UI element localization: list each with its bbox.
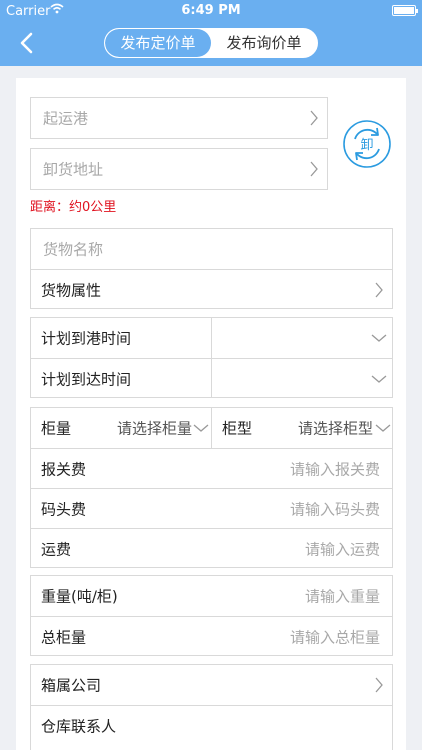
terminal-fee-row[interactable]: 码头费 请输入码头费 <box>31 488 392 528</box>
port-time-label: 计划到港时间 <box>41 329 132 348</box>
schedule-group: 计划到港时间 计划到达时间 <box>30 317 393 398</box>
freight-input[interactable]: 请输入运费 <box>305 538 380 559</box>
arrive-time-select[interactable] <box>212 359 393 399</box>
arrive-time-row: 计划到达时间 <box>31 358 392 398</box>
customs-fee-label: 报关费 <box>41 460 87 478</box>
unload-address-placeholder: 卸货地址 <box>43 160 104 179</box>
container-fee-group: 柜量 请选择柜量 柜型 请选择柜型 报关费 请输入报关费 码头费 请输入码头费 … <box>30 407 393 568</box>
chevron-right-icon <box>375 282 383 297</box>
cargo-group: 货物名称 货物属性 <box>30 228 393 309</box>
weight-group: 重量(吨/柜) 请输入重量 总柜量 请输入总柜量 <box>30 575 393 656</box>
terminal-fee-input[interactable]: 请输入码头费 <box>290 498 380 519</box>
tab-inquiry[interactable]: 发布询价单 <box>211 29 317 57</box>
battery-icon <box>392 5 418 16</box>
cargo-name-placeholder: 货物名称 <box>43 240 104 259</box>
container-type-select[interactable]: 柜型 请选择柜型 <box>212 408 393 448</box>
terminal-fee-label: 码头费 <box>41 500 87 518</box>
chevron-down-icon <box>375 424 391 432</box>
total-containers-input[interactable]: 请输入总柜量 <box>290 626 380 647</box>
chevron-down-icon <box>371 334 387 342</box>
chevron-down-icon <box>193 424 209 432</box>
customs-fee-row[interactable]: 报关费 请输入报关费 <box>31 448 392 488</box>
nav-header: Carrier 6:49 PM 发布定价单 发布询价单 <box>0 0 422 66</box>
arrive-time-label: 计划到达时间 <box>41 370 132 388</box>
company-group: 箱属公司 仓库联系人 <box>30 664 393 750</box>
origin-port-placeholder: 起运港 <box>43 109 89 128</box>
back-button[interactable] <box>16 28 40 58</box>
container-qty-select[interactable]: 柜量 请选择柜量 <box>31 408 211 448</box>
freight-row[interactable]: 运费 请输入运费 <box>31 528 392 568</box>
swap-label: 卸 <box>360 138 374 153</box>
distance-text: 距离：约0公里 <box>30 200 117 215</box>
chevron-right-icon <box>310 110 318 126</box>
total-containers-label: 总柜量 <box>41 628 87 646</box>
box-company-row[interactable]: 箱属公司 <box>31 665 392 705</box>
container-qty-placeholder: 请选择柜量 <box>117 419 193 438</box>
chevron-down-icon <box>371 375 387 383</box>
swap-button[interactable]: 卸 <box>342 119 392 169</box>
cargo-attr-row[interactable]: 货物属性 <box>31 269 392 309</box>
clock: 6:49 PM <box>181 3 241 18</box>
total-containers-row[interactable]: 总柜量 请输入总柜量 <box>31 616 392 656</box>
mode-segment-control: 发布定价单 发布询价单 <box>104 28 318 58</box>
customs-fee-input[interactable]: 请输入报关费 <box>290 458 380 479</box>
port-time-row: 计划到港时间 <box>31 318 392 358</box>
port-time-select[interactable] <box>212 318 393 358</box>
tab-fixed-price[interactable]: 发布定价单 <box>105 29 211 57</box>
status-bar: Carrier 6:49 PM <box>0 0 422 22</box>
chevron-right-icon <box>310 161 318 177</box>
container-type-placeholder: 请选择柜型 <box>298 419 374 438</box>
cargo-name-field[interactable]: 货物名称 <box>31 229 392 269</box>
container-row: 柜量 请选择柜量 柜型 请选择柜型 <box>31 408 392 448</box>
chevron-left-icon <box>20 32 33 54</box>
box-company-label: 箱属公司 <box>41 676 102 695</box>
warehouse-contact-row[interactable]: 仓库联系人 <box>31 705 392 745</box>
container-type-label: 柜型 <box>222 419 253 438</box>
unload-address-field[interactable]: 卸货地址 <box>30 148 328 190</box>
weight-label: 重量(吨/柜) <box>41 587 118 606</box>
warehouse-contact-label: 仓库联系人 <box>41 717 117 735</box>
freight-label: 运费 <box>41 540 72 558</box>
cargo-attr-label: 货物属性 <box>41 281 102 299</box>
weight-row[interactable]: 重量(吨/柜) 请输入重量 <box>31 576 392 616</box>
container-qty-label: 柜量 <box>41 419 72 438</box>
chevron-right-icon <box>375 677 383 693</box>
weight-input[interactable]: 请输入重量 <box>305 586 380 607</box>
origin-port-field[interactable]: 起运港 <box>30 97 328 139</box>
